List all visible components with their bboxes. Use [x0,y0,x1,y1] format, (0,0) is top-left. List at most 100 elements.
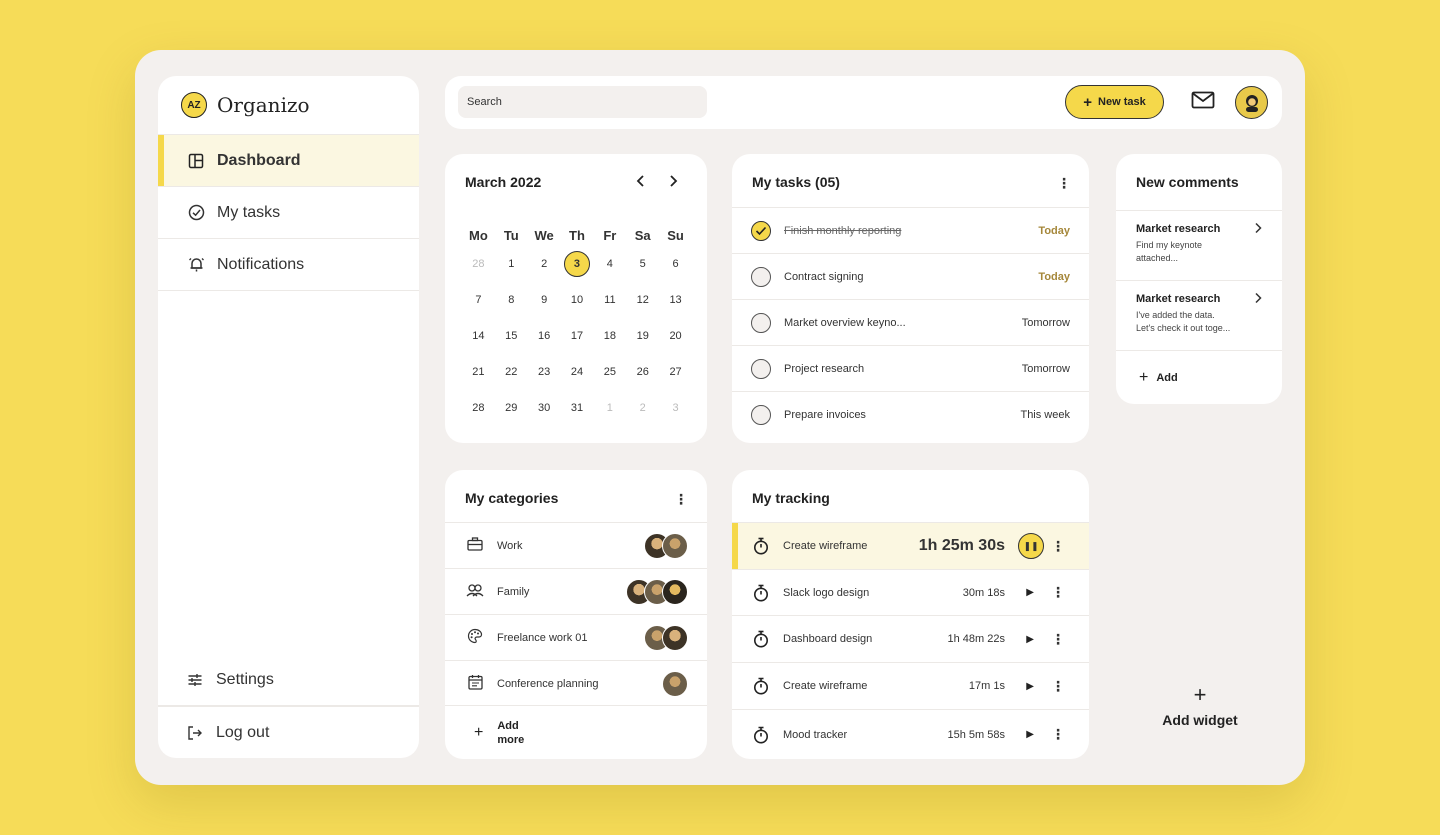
search-input[interactable] [458,86,707,118]
calendar-day[interactable]: 31 [561,390,594,426]
comment-line: I've added the data. [1136,310,1215,320]
task-row[interactable]: Project research Tomorrow [732,345,1089,391]
brand[interactable]: AZ Organizo [158,76,419,135]
add-category-button[interactable]: + Add more [445,705,707,759]
comment-item[interactable]: Market research I've added the data. Let… [1116,280,1282,350]
bell-icon [185,256,207,273]
calendar-day[interactable]: 13 [659,282,692,318]
calendar-day[interactable]: 8 [495,282,528,318]
task-row[interactable]: Prepare invoices This week [732,391,1089,437]
calendar-day[interactable]: 30 [528,390,561,426]
weekday-label: Th [569,228,585,243]
calendar-day[interactable]: 17 [561,318,594,354]
add-comment-button[interactable]: + Add [1116,350,1282,404]
mail-icon[interactable] [1191,91,1215,114]
sidebar-item-settings[interactable]: Settings [158,654,419,706]
more-icon[interactable]: ⋮ [1051,678,1065,695]
calendar-day[interactable]: 27 [659,354,692,390]
calendar-day-selected[interactable]: 3 [561,246,594,282]
chevron-right-icon[interactable] [1254,292,1262,307]
new-task-button[interactable]: + New task [1065,85,1164,119]
sidebar-item-notifications[interactable]: Notifications [158,239,419,291]
category-row[interactable]: Freelance work 01 [445,614,707,660]
task-row[interactable]: Market overview keyno... Tomorrow [732,299,1089,345]
chevron-left-icon[interactable] [635,172,647,193]
tracking-row[interactable]: Dashboard design 1h 48m 22s ▶ ⋮ [732,615,1089,662]
calendar-day[interactable]: 4 [593,246,626,282]
tracking-row-active[interactable]: Create wireframe 1h 25m 30s ❚❚ ⋮ [732,522,1089,569]
calendar-day[interactable]: 29 [495,390,528,426]
sidebar-item-logout[interactable]: Log out [158,706,419,758]
calendar-day[interactable]: 16 [528,318,561,354]
play-icon[interactable]: ▶ [1026,587,1034,598]
weekday-label: Su [667,228,684,243]
calendar-day[interactable]: 10 [561,282,594,318]
more-icon[interactable]: ⋮ [1051,538,1065,555]
add-comment-label: Add [1156,371,1178,384]
calendar-day[interactable]: 2 [626,390,659,426]
calendar-day[interactable]: 15 [495,318,528,354]
calendar-day[interactable]: 28 [462,246,495,282]
calendar-day[interactable]: 20 [659,318,692,354]
avatar [662,670,688,697]
comment-item[interactable]: Market research Find my keynote attached… [1116,210,1282,280]
tracking-row[interactable]: Create wireframe 17m 1s ▶ ⋮ [732,662,1089,709]
calendar-day[interactable]: 23 [528,354,561,390]
comment-line: Find my keynote [1136,240,1203,250]
tracking-time: 15h 5m 58s [947,728,1005,741]
member-avatars [626,578,688,605]
more-icon[interactable]: ⋮ [1051,726,1065,743]
calendar-day[interactable]: 21 [462,354,495,390]
chevron-right-icon[interactable] [667,172,679,193]
comment-title: Market research [1136,223,1221,235]
weekday-label: We [534,228,554,243]
more-icon[interactable]: ⋮ [1051,584,1065,601]
user-avatar[interactable] [1235,86,1268,119]
checkbox-icon[interactable] [751,312,771,333]
avatar [662,578,688,605]
more-icon[interactable]: ⋮ [674,492,688,506]
task-due: Tomorrow [1021,316,1070,329]
calendar-day[interactable]: 3 [659,390,692,426]
calendar-day[interactable]: 14 [462,318,495,354]
calendar-day[interactable]: 1 [495,246,528,282]
more-icon[interactable]: ⋮ [1057,176,1071,190]
calendar-day[interactable]: 19 [626,318,659,354]
tracking-row[interactable]: Slack logo design 30m 18s ▶ ⋮ [732,569,1089,615]
pause-icon[interactable]: ❚❚ [1018,533,1044,559]
calendar-day[interactable]: 26 [626,354,659,390]
calendar-day[interactable]: 24 [561,354,594,390]
calendar-day[interactable]: 7 [462,282,495,318]
more-icon[interactable]: ⋮ [1051,631,1065,648]
checkbox-icon[interactable] [751,358,771,379]
calendar-day[interactable]: 9 [528,282,561,318]
chevron-right-icon[interactable] [1254,222,1262,237]
checkbox-icon[interactable] [751,404,771,425]
tracking-row[interactable]: Mood tracker 15h 5m 58s ▶ ⋮ [732,709,1089,759]
play-icon[interactable]: ▶ [1026,729,1034,740]
task-row[interactable]: Contract signing Today [732,253,1089,299]
calendar-day[interactable]: 28 [462,390,495,426]
task-row[interactable]: Finish monthly reporting Today [732,207,1089,253]
calendar-day[interactable]: 11 [593,282,626,318]
category-row[interactable]: Work [445,522,707,568]
checkbox-icon[interactable] [751,266,771,287]
calendar-day[interactable]: 6 [659,246,692,282]
calendar-day[interactable]: 22 [495,354,528,390]
calendar-day[interactable]: 2 [528,246,561,282]
play-icon[interactable]: ▶ [1026,634,1034,645]
calendar-day[interactable]: 18 [593,318,626,354]
add-widget-button[interactable]: + Add widget [1157,684,1243,729]
play-icon[interactable]: ▶ [1026,681,1034,692]
calendar-day[interactable]: 12 [626,282,659,318]
category-row[interactable]: Family [445,568,707,614]
calendar-day[interactable]: 25 [593,354,626,390]
people-icon [466,583,484,600]
calendar-day[interactable]: 5 [626,246,659,282]
calendar-day[interactable]: 1 [593,390,626,426]
sidebar-item-dashboard[interactable]: Dashboard [158,135,419,187]
sidebar-item-my-tasks[interactable]: My tasks [158,187,419,239]
checkbox-checked-icon[interactable] [751,220,771,241]
category-row[interactable]: Conference planning [445,660,707,706]
calendar-widget: March 2022 Mo Tu We Th Fr Sa Su 28 1 2 3… [445,154,707,443]
